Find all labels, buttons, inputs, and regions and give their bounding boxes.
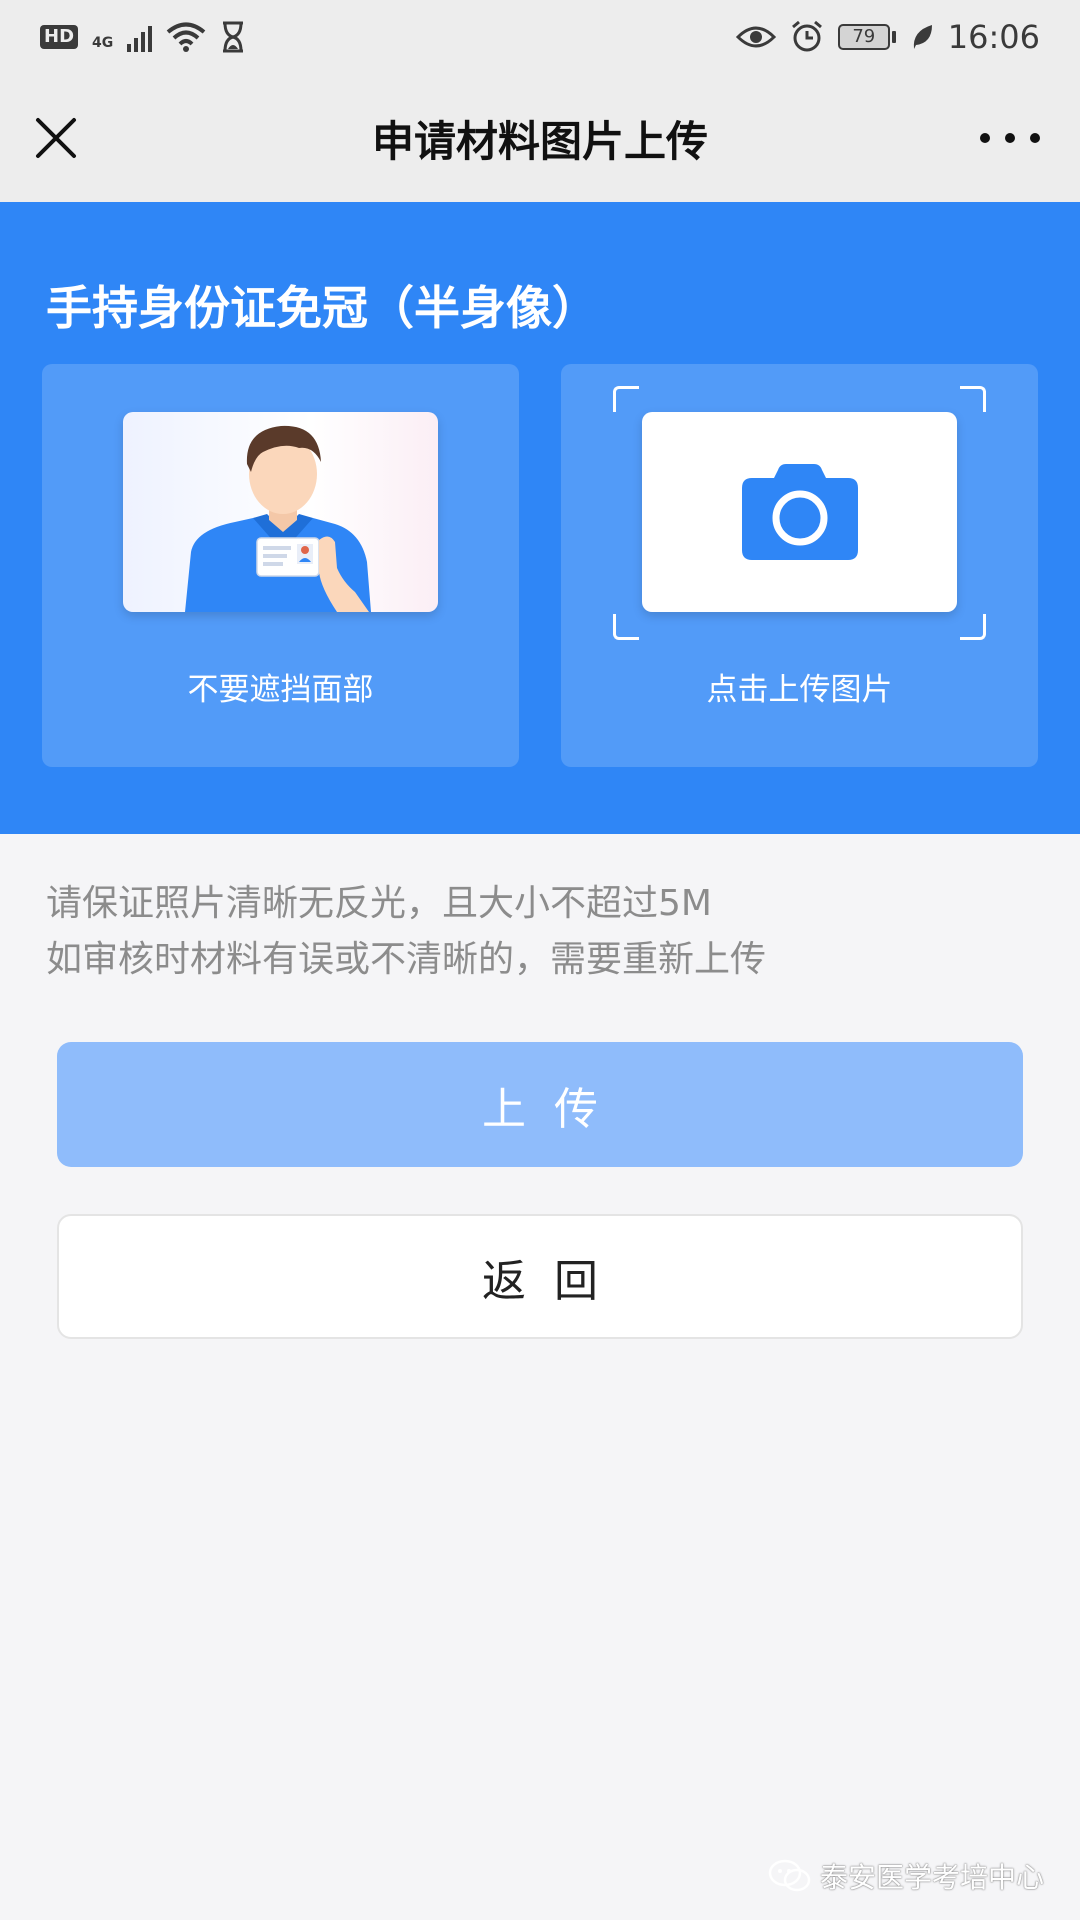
signal-icon (127, 22, 153, 52)
upload-panel: 手持身份证免冠（半身像） 不要遮挡面部 点击上传图片 (0, 202, 1080, 834)
eye-icon (735, 26, 776, 48)
status-right: 79 16:06 (735, 18, 1040, 56)
section-title: 手持身份证免冠（半身像） (46, 281, 598, 335)
hd-badge: HD (40, 25, 79, 49)
close-icon[interactable] (30, 112, 82, 164)
alarm-icon (791, 20, 822, 52)
wechat-icon (768, 1859, 811, 1892)
instruction-line: 如审核时材料有误或不清晰的，需要重新上传 (46, 939, 767, 980)
page-title: 申请材料图片上传 (371, 116, 708, 166)
clock: 16:06 (947, 18, 1040, 56)
instruction-line: 请保证照片清晰无反光，且大小不超过5M (46, 883, 712, 924)
more-icon[interactable] (980, 122, 1040, 154)
sample-photo (123, 412, 438, 612)
watermark: 泰安医学考培中心 (768, 1856, 1044, 1896)
upload-card[interactable]: 点击上传图片 (561, 364, 1038, 767)
frame-corner (613, 614, 639, 640)
upload-instructions: 请保证照片清晰无反光，且大小不超过5M 如审核时材料有误或不清晰的，需要重新上传 (46, 876, 1046, 988)
upload-label: 点击上传图片 (706, 672, 893, 708)
battery-level: 79 (837, 24, 890, 50)
upload-image-button[interactable] (642, 412, 957, 612)
watermark-text: 泰安医学考培中心 (819, 1861, 1044, 1894)
wifi-icon (166, 22, 206, 52)
back-button[interactable]: 返回 (57, 1214, 1023, 1339)
battery-icon: 79 (837, 24, 896, 50)
status-bar: HD 4G 79 16:06 (0, 0, 1080, 74)
frame-corner (613, 386, 639, 412)
hourglass-icon (223, 21, 244, 53)
frame-corner (960, 614, 986, 640)
network-type: 4G (92, 35, 114, 51)
sample-card: 不要遮挡面部 (42, 364, 519, 767)
sample-label: 不要遮挡面部 (187, 672, 374, 708)
nav-bar: 申请材料图片上传 (0, 74, 1080, 202)
camera-icon (741, 464, 858, 560)
upload-button[interactable]: 上传 (57, 1042, 1023, 1167)
status-left: HD 4G (40, 21, 246, 53)
frame-corner (960, 386, 986, 412)
leaf-icon (913, 25, 932, 49)
